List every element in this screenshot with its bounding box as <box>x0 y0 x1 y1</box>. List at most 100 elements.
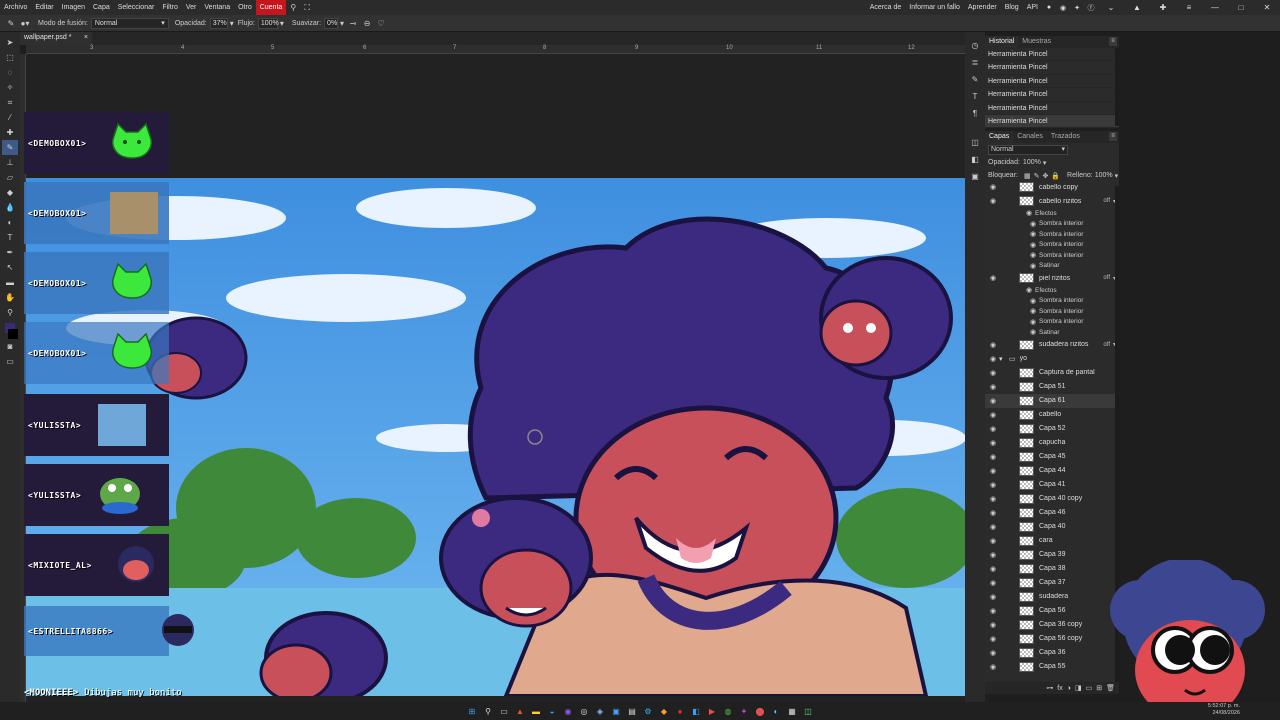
menu-ventana[interactable]: Ventana <box>200 0 234 15</box>
history-icon[interactable]: ◷ <box>967 38 983 53</box>
settings-icon[interactable]: ⚙ <box>640 703 656 719</box>
blend-mode-select[interactable]: Normal ▾ <box>90 17 169 29</box>
menu-seleccionar[interactable]: Seleccionar <box>114 0 159 15</box>
layer-effect-row[interactable]: ◉ Sombra interior <box>985 317 1119 328</box>
symmetry-icon[interactable]: ⊸ <box>346 19 360 28</box>
app-icon[interactable]: ◈ <box>592 703 608 719</box>
visibility-eye-icon[interactable]: ◉ <box>987 565 999 573</box>
link-informar-fallo[interactable]: Informar un fallo <box>905 4 964 11</box>
fullscreen-icon[interactable]: ⛶ <box>300 0 314 15</box>
search-icon[interactable]: ⚲ <box>286 0 300 15</box>
layer-effect-row[interactable]: ◉ Satinar <box>985 327 1119 338</box>
layer-effect-row[interactable]: ◉ Satinar <box>985 261 1119 272</box>
image-icon[interactable]: ▣ <box>967 169 983 184</box>
history-item[interactable]: Herramienta Pincel <box>985 75 1119 89</box>
brave-browser-icon[interactable]: ▲ <box>512 703 528 719</box>
link-blog[interactable]: Blog <box>1001 4 1023 11</box>
link-api[interactable]: API <box>1023 4 1042 11</box>
chevron-down-icon[interactable]: ▾ <box>278 19 286 28</box>
visibility-eye-icon[interactable]: ◉ <box>1027 241 1039 249</box>
app-icon[interactable]: ◍ <box>720 703 736 719</box>
visibility-eye-icon[interactable]: ◉ <box>987 537 999 545</box>
layer-row[interactable]: ◉ capucha <box>985 436 1119 450</box>
visibility-eye-icon[interactable]: ◉ <box>987 397 999 405</box>
panel-menu-icon[interactable]: ≡ <box>1109 37 1117 46</box>
visibility-eye-icon[interactable]: ◉ <box>987 425 999 433</box>
chevron-down-icon[interactable]: ⌄ <box>1098 0 1124 15</box>
tab-muestras[interactable]: Muestras <box>1018 36 1055 48</box>
maximize-icon[interactable]: □ <box>1228 0 1254 15</box>
layer-effect-row[interactable]: ◉ Sombra interior <box>985 306 1119 317</box>
visibility-eye-icon[interactable]: ◉ <box>987 551 999 559</box>
layer-row[interactable]: ◉sudadera rizitosoff▾ <box>985 338 1119 352</box>
shape-tool-icon[interactable]: ▬ <box>2 275 18 290</box>
history-scrollbar[interactable] <box>1115 48 1119 126</box>
visibility-eye-icon[interactable]: ◉ <box>987 481 999 489</box>
menu-archivo[interactable]: Archivo <box>0 0 31 15</box>
discord-icon[interactable]: ◉ <box>560 703 576 719</box>
paragraph-icon[interactable]: ¶ <box>967 106 983 121</box>
menu-cuenta[interactable]: Cuenta <box>255 0 287 15</box>
pressure-icon[interactable]: ⊖ <box>360 19 374 28</box>
visibility-eye-icon[interactable]: ◉ <box>1027 220 1039 228</box>
layer-row[interactable]: ◉ Capa 41 <box>985 478 1119 492</box>
visibility-eye-icon[interactable]: ◉ <box>987 523 999 531</box>
eyedropper-icon[interactable]: ⁄ <box>2 110 18 125</box>
zoom-tool-icon[interactable]: ⚲ <box>2 305 18 320</box>
lasso-tool-icon[interactable]: ◌ <box>2 65 18 80</box>
visibility-eye-icon[interactable]: ◉ <box>987 355 999 363</box>
visibility-eye-icon[interactable]: ◉ <box>987 635 999 643</box>
layer-row[interactable]: ◉ Capa 52 <box>985 422 1119 436</box>
visibility-eye-icon[interactable]: ◉ <box>987 453 999 461</box>
visibility-eye-icon[interactable]: ◉ <box>987 593 999 601</box>
layer-row[interactable]: ◉ cara <box>985 534 1119 548</box>
layer-effects-header[interactable]: ◉ Efectos <box>985 208 1119 219</box>
visibility-eye-icon[interactable]: ◉ <box>1027 328 1039 336</box>
link-icon[interactable]: ⊶ <box>1046 684 1053 692</box>
minimize-icon[interactable]: — <box>1202 0 1228 15</box>
layer-effects-header[interactable]: ◉ Efectos <box>985 285 1119 296</box>
panel-menu-icon[interactable]: ≡ <box>1109 132 1117 141</box>
app-icon[interactable]: ◫ <box>800 703 816 719</box>
visibility-eye-icon[interactable]: ◉ <box>1027 297 1039 305</box>
background-color-swatch[interactable] <box>8 329 18 339</box>
reddit-icon[interactable]: ◉ <box>1056 0 1070 15</box>
github-icon[interactable]: ● <box>1042 0 1056 15</box>
pen-tool-icon[interactable]: ✒ <box>2 245 18 260</box>
layer-row[interactable]: ◉ Capa 46 <box>985 506 1119 520</box>
visibility-eye-icon[interactable]: ◉ <box>1027 251 1039 259</box>
history-item[interactable]: Herramienta Pincel <box>985 61 1119 75</box>
visibility-eye-icon[interactable]: ◉ <box>987 197 999 205</box>
visibility-eye-icon[interactable]: ◉ <box>987 183 999 191</box>
app-icon[interactable]: ▶ <box>704 703 720 719</box>
visibility-eye-icon[interactable]: ◉ <box>1023 286 1035 294</box>
visibility-eye-icon[interactable]: ◉ <box>1023 209 1035 217</box>
magic-wand-icon[interactable]: ✧ <box>2 80 18 95</box>
opacity-field[interactable]: 37% <box>209 17 228 29</box>
layers-icon[interactable]: ◫ <box>967 135 983 150</box>
layer-effect-row[interactable]: ◉ Sombra interior <box>985 219 1119 230</box>
layer-row[interactable]: ◉ Capa 51 <box>985 380 1119 394</box>
file-explorer-icon[interactable]: ▬ <box>528 703 544 719</box>
layer-row[interactable]: ◉ Capa 56 copy <box>985 632 1119 646</box>
menu-capa[interactable]: Capa <box>89 0 114 15</box>
app-icon[interactable]: ✦ <box>736 703 752 719</box>
layer-row[interactable]: ◉ Capa 40 copy <box>985 492 1119 506</box>
brush-settings-icon[interactable]: ✎ <box>967 72 983 87</box>
app-icon[interactable]: ◆ <box>656 703 672 719</box>
visibility-eye-icon[interactable]: ◉ <box>987 411 999 419</box>
layer-row[interactable]: ◉ Capa 55 <box>985 660 1119 674</box>
character-icon[interactable]: T <box>967 89 983 104</box>
visibility-eye-icon[interactable]: ◉ <box>987 495 999 503</box>
layer-group-row[interactable]: ◉ ▾ ▭ yo <box>985 352 1119 366</box>
layer-row[interactable]: ◉ Capa 56 <box>985 604 1119 618</box>
blur-tool-icon[interactable]: 💧 <box>2 200 18 215</box>
visibility-eye-icon[interactable]: ◉ <box>987 509 999 517</box>
layer-row[interactable]: ◉ Captura de pantal <box>985 366 1119 380</box>
windows-start-icon[interactable]: ⊞ <box>464 703 480 719</box>
menu-ver[interactable]: Ver <box>182 0 201 15</box>
visibility-eye-icon[interactable]: ◉ <box>1027 318 1039 326</box>
menu-imagen[interactable]: Imagen <box>58 0 89 15</box>
quick-mask-icon[interactable]: ◙ <box>2 339 18 354</box>
layer-fx-toggle[interactable]: off <box>1103 342 1110 348</box>
